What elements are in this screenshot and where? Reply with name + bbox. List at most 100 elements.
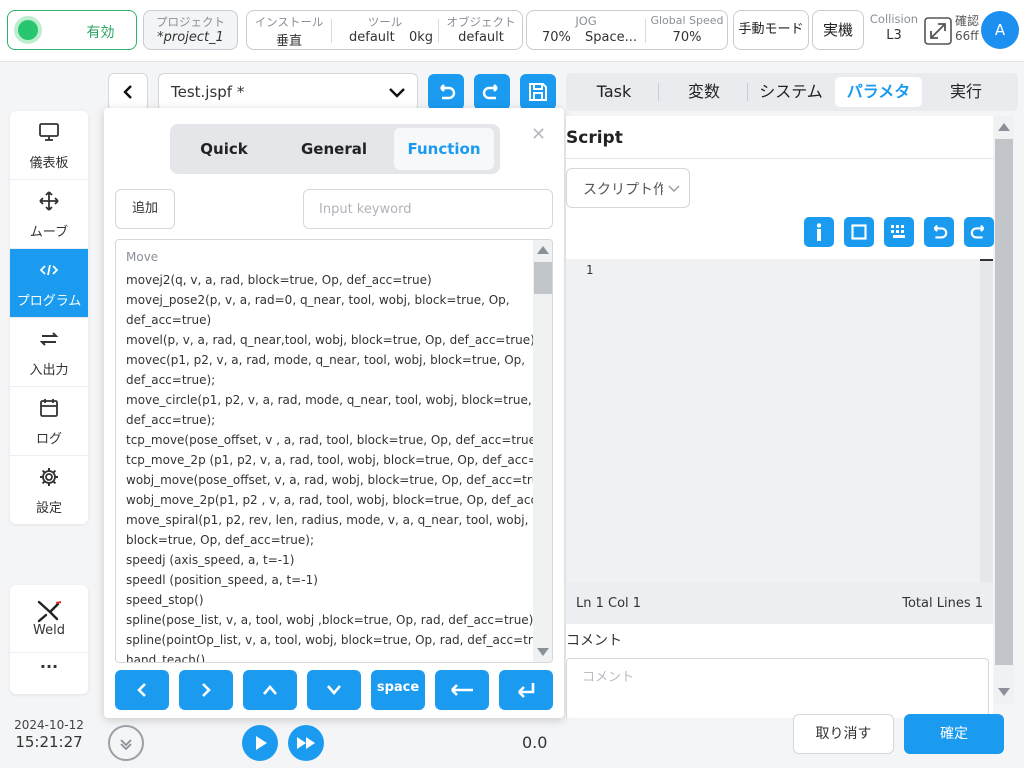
tool-value: default xyxy=(349,30,395,45)
undo-button[interactable] xyxy=(428,74,464,110)
tab-task[interactable]: Task xyxy=(570,77,658,107)
list-item[interactable]: hand_teach() xyxy=(126,650,205,662)
info-button[interactable] xyxy=(804,217,834,247)
move-arrows-icon xyxy=(38,190,60,212)
file-selector[interactable]: Test.jspf * xyxy=(158,73,418,111)
cursor-down-button[interactable] xyxy=(307,670,361,710)
list-item[interactable]: def_acc=true); xyxy=(126,370,215,390)
weld-button[interactable]: Weld xyxy=(10,585,88,653)
list-item[interactable]: movel(p, v, a, rad, q_near,tool, wobj, b… xyxy=(126,330,535,350)
user-avatar[interactable]: A xyxy=(981,11,1019,49)
right-panel-tabs: Task 変数 システム パラメタ 実行 xyxy=(566,73,1018,111)
list-item[interactable]: spline(pose_list, v, a, tool, wobj ,bloc… xyxy=(126,610,533,630)
enter-button[interactable] xyxy=(499,670,553,710)
function-list-scrollbar[interactable] xyxy=(533,240,552,662)
global-speed-setting[interactable]: Global Speed 70% xyxy=(646,11,728,49)
list-item[interactable]: speedj (axis_speed, a, t=-1) xyxy=(126,550,294,570)
list-item[interactable]: spline(pointOp_list, v, a, tool, wobj, b… xyxy=(126,630,552,650)
enable-toggle-button[interactable]: 有効 xyxy=(7,10,137,50)
collision-level[interactable]: Collision L3 xyxy=(866,12,922,43)
tool-setting[interactable]: ツール default 0kg xyxy=(332,11,438,49)
backspace-button[interactable] xyxy=(435,670,489,710)
collapse-button[interactable] xyxy=(108,725,144,761)
square-icon xyxy=(851,224,867,240)
sidebar-item-io[interactable]: 入出力 xyxy=(10,318,88,387)
close-icon[interactable]: ✕ xyxy=(531,124,546,145)
tab-quick[interactable]: Quick xyxy=(174,128,274,170)
sidebar-item-log[interactable]: ログ xyxy=(10,387,88,456)
cursor-up-button[interactable] xyxy=(243,670,297,710)
editor-undo-button[interactable] xyxy=(924,217,954,247)
global-speed-label: Global Speed xyxy=(650,14,724,27)
editor-redo-button[interactable] xyxy=(964,217,994,247)
play-button[interactable] xyxy=(242,725,278,761)
tab-system[interactable]: システム xyxy=(748,77,834,107)
right-panel-scroll-thumb[interactable] xyxy=(995,139,1013,665)
list-item[interactable]: wobj_move(pose_offset, v, a, rad, wobj, … xyxy=(126,470,551,490)
keyword-search-input[interactable] xyxy=(303,189,553,229)
cursor-right-button[interactable] xyxy=(179,670,233,710)
more-menu-button[interactable]: ··· xyxy=(10,657,88,691)
object-label: オブジェクト xyxy=(446,15,516,29)
cancel-button[interactable]: 取り消す xyxy=(793,714,894,754)
tab-function[interactable]: Function xyxy=(394,128,494,170)
date-text: 2024-10-12 xyxy=(14,718,84,732)
redo-icon xyxy=(970,223,988,241)
weld-label: Weld xyxy=(33,623,65,638)
manual-mode-button[interactable]: 手動モード xyxy=(733,10,809,50)
script-type-select[interactable]: スクリプト作 xyxy=(566,168,690,208)
save-button[interactable] xyxy=(520,74,556,110)
tab-variables[interactable]: 変数 xyxy=(660,77,748,107)
expand-icon[interactable] xyxy=(924,17,952,45)
redo-icon xyxy=(482,82,502,102)
list-item[interactable]: movec(p1, p2, v, a, rad, mode, q_near, t… xyxy=(126,350,525,370)
list-item[interactable]: movej_pose2(p, v, a, rad=0, q_near, tool… xyxy=(126,290,510,310)
list-item[interactable]: def_acc=true); xyxy=(126,410,215,430)
list-item[interactable]: movej2(q, v, a, rad, block=true, Op, def… xyxy=(126,270,432,290)
list-item[interactable]: block=true, Op, def_acc=true); xyxy=(126,530,314,550)
add-button[interactable]: 追加 xyxy=(115,189,175,229)
backspace-arrow-icon xyxy=(449,683,475,697)
project-selector[interactable]: プロジェクト *project_1 xyxy=(143,10,238,50)
list-item[interactable]: tcp_move(pose_offset, v , a, rad, tool, … xyxy=(126,430,541,450)
list-item[interactable]: wobj_move_2p(p1, p2 , v, a, rad, tool, w… xyxy=(126,490,552,510)
keyboard-button[interactable] xyxy=(884,217,914,247)
back-button[interactable] xyxy=(108,73,148,111)
tab-parameters[interactable]: パラメタ xyxy=(835,77,922,107)
list-item[interactable]: speed_stop() xyxy=(126,590,204,610)
undo-icon xyxy=(436,82,456,102)
object-setting[interactable]: オブジェクト default xyxy=(439,11,523,49)
space-button[interactable]: space xyxy=(371,670,425,710)
cursor-left-button[interactable] xyxy=(115,670,169,710)
sidebar-item-settings[interactable]: 設定 xyxy=(10,456,88,524)
tab-general[interactable]: General xyxy=(284,128,384,170)
function-list-scroll-thumb[interactable] xyxy=(534,262,552,294)
install-setting[interactable]: インストール 垂直 xyxy=(247,11,331,49)
fast-forward-button[interactable] xyxy=(288,725,324,761)
editor-scrollbar[interactable] xyxy=(980,261,993,582)
scroll-up-arrow-icon[interactable] xyxy=(998,123,1010,131)
scroll-down-arrow-icon[interactable] xyxy=(537,648,549,656)
confirm-button[interactable]: 確定 xyxy=(904,714,1004,754)
jog-setting[interactable]: JOG 70% Space... xyxy=(527,11,645,49)
script-editor[interactable]: 1 xyxy=(566,259,993,582)
collision-label: Collision xyxy=(869,12,919,26)
editor-status-bar: Ln 1 Col 1 Total Lines 1 xyxy=(566,582,993,624)
comment-field[interactable]: コメント xyxy=(566,658,989,718)
real-machine-button[interactable]: 実機 xyxy=(812,10,864,50)
chevron-left-icon xyxy=(121,84,135,100)
list-item[interactable]: def_acc=true) xyxy=(126,310,211,330)
redo-button[interactable] xyxy=(474,74,510,110)
scroll-up-arrow-icon[interactable] xyxy=(537,246,549,254)
list-item[interactable]: move_circle(p1, p2, v, a, rad, mode, q_n… xyxy=(126,390,552,410)
list-item[interactable]: move_spiral(p1, p2, rev, len, radius, mo… xyxy=(126,510,528,530)
line-number: 1 xyxy=(586,263,594,277)
list-item[interactable]: tcp_move_2p (p1, p2, v, a, rad, tool, wo… xyxy=(126,450,552,470)
tab-run[interactable]: 実行 xyxy=(922,77,1010,107)
scroll-down-arrow-icon[interactable] xyxy=(998,688,1010,696)
list-item[interactable]: speedl (position_speed, a, t=-1) xyxy=(126,570,318,590)
sidebar-item-dashboard[interactable]: 儀表板 xyxy=(10,111,88,180)
sidebar-item-move[interactable]: ムーブ xyxy=(10,180,88,249)
sidebar-item-program[interactable]: プログラム xyxy=(10,249,88,318)
window-button[interactable] xyxy=(844,217,874,247)
